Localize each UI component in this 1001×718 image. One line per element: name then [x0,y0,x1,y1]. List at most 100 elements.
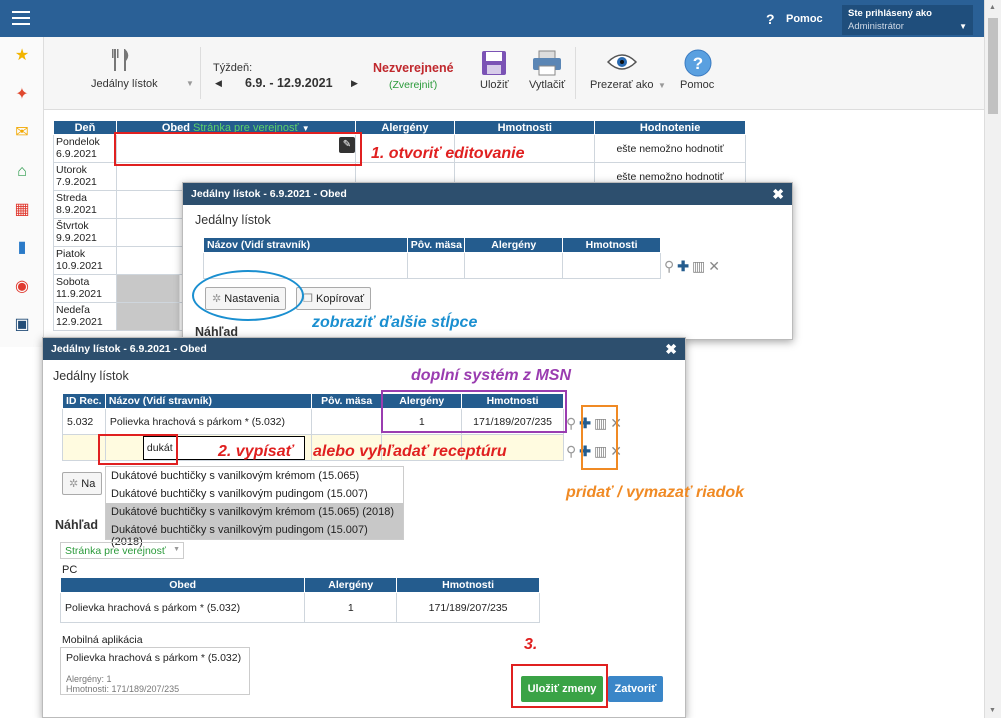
scroll-up-icon[interactable]: ▲ [989,4,996,11]
mobile-weights: Hmotnosti: 171/189/207/235 [66,684,180,694]
mobile-name: Polievka hrachová s párkom * (5.032) [66,652,242,664]
page-scrollbar[interactable]: ▲ ▼ [984,0,1001,718]
cell-name: Polievka hrachová s párkom * (5.032) [104,408,312,435]
page-select-value: Stránka pre verejnosť [65,545,166,557]
list-item[interactable]: Dukátové buchtičky s vanilkovým krémom (… [106,503,403,521]
gear-icon: ✲ [69,478,79,490]
close-button[interactable]: Zatvoriť [608,676,663,702]
annotation-msn: doplní systém z MSN [411,367,572,384]
cutlery-icon [112,49,129,71]
mobile-allergens: Alergény: 1 [66,674,112,684]
publish-link[interactable]: (Zverejniť) [389,79,437,91]
week-label: Týždeň: [213,62,253,74]
highlight-box [581,405,618,470]
highlight-box [381,390,567,433]
scroll-down-icon[interactable]: ▼ [989,707,996,714]
toolbar: Jedálny lístok ▼ Týždeň: ◀ 6.9. - 12.9.2… [44,37,984,110]
col-header-meat: Pôv. mäsa [310,393,383,409]
col-header-allergens: Alergény [464,237,564,253]
view-as-button[interactable]: Prezerať ako [590,79,653,91]
copy-button[interactable]: ❐ Kopírovať [296,287,372,310]
chevron-down-icon[interactable]: ▼ [186,79,194,88]
col-header-meat: Pôv. mäsa [407,237,466,253]
close-icon[interactable]: ✖ [772,186,784,203]
col-header-rating: Hodnotenie [594,120,746,135]
top-bar: ? Pomoc Ste prihlásený ako Administrátor… [0,0,984,37]
list-item[interactable]: Dukátové buchtičky s vanilkovým pudingom… [106,485,403,503]
help-button[interactable]: Pomoc [680,79,714,91]
save-button[interactable]: Uložiť [480,79,509,91]
mail-icon[interactable]: ✉ [13,124,31,142]
dialog-title: Jedálny lístok - 6.9.2021 - Obed [51,343,207,355]
magic-wand-icon[interactable]: ✦ [13,86,31,104]
cell-obed: Polievka hrachová s párkom * (5.032) [59,592,306,623]
calendar-icon[interactable]: ▣ [13,316,31,334]
hamburger-menu-icon[interactable] [12,11,30,26]
search-icon[interactable]: ⚲ [566,415,576,431]
calendar-grid-icon[interactable]: ▦ [13,201,31,219]
col-header-day: Deň [53,120,117,135]
day-name: Sobota [56,276,90,288]
annotation-step1: 1. otvoriť editovanie [371,145,525,162]
settings-button[interactable]: ✲ Na [62,472,103,495]
star-icon[interactable]: ★ [13,47,31,65]
day-cell: Utorok 7.9.2021 [53,162,117,191]
search-icon[interactable]: ⚲ [664,258,674,274]
close-icon[interactable]: ✖ [665,341,677,358]
save-icon[interactable] [481,50,507,76]
day-name: Streda [56,192,87,204]
cell-id: 5.032 [62,408,106,435]
user-role: Administrátor [848,21,904,32]
search-icon[interactable]: ⚲ [566,443,576,459]
cell-allergens: 1 [304,592,398,623]
page-select[interactable]: Stránka pre verejnosť ▼ [60,542,184,559]
day-cell: Pondelok 6.9.2021 [53,134,117,163]
trash-icon[interactable]: ▥ [692,258,705,274]
day-date: 7.9.2021 [56,176,97,188]
add-icon[interactable]: ✚ [677,258,689,274]
mobile-label: Mobilná aplikácia [62,634,143,646]
chevron-down-icon[interactable]: ▼ [658,81,666,90]
next-week-icon[interactable]: ▶ [351,78,358,89]
day-name: Pondelok [56,136,100,148]
list-item[interactable]: Dukátové buchtičky s vanilkovým krémom (… [106,467,403,485]
prev-week-icon[interactable]: ◀ [215,78,222,89]
annotation-step2: 2. vypísať [218,443,294,460]
user-label: Ste prihlásený ako [848,8,932,19]
day-cell: Štvrtok 9.9.2021 [53,218,117,247]
chevron-down-icon: ▼ [959,22,967,31]
help-question-icon[interactable]: ? [766,11,775,27]
col-header-allergens: Alergény [304,577,398,593]
list-item[interactable]: Dukátové buchtičky s vanilkovým pudingom… [106,521,403,548]
day-date: 6.9.2021 [56,148,97,160]
copy-icon: ❐ [303,293,313,305]
scroll-thumb[interactable] [988,18,998,114]
svg-text:?: ? [693,54,703,73]
day-name: Štvrtok [56,220,89,232]
help-circle-icon[interactable]: ? [684,49,712,77]
col-header-allergens: Alergény [354,120,456,135]
chevron-down-icon: ▼ [173,546,180,553]
printer-icon[interactable] [532,50,562,76]
print-button[interactable]: Vytlačiť [529,79,565,91]
section-title: Jedálny lístok [53,369,129,383]
col-header-weights: Hmotnosti [454,120,596,135]
day-date: 10.9.2021 [56,260,103,272]
book-icon[interactable]: ▮ [13,239,31,257]
eye-icon[interactable] [607,52,637,72]
col-header-weights: Hmotnosti [396,577,540,593]
day-cell: Nedeľa 12.9.2021 [53,302,117,331]
pc-preview-table: Obed Alergény Hmotnosti Polievka hrachová … [59,577,540,623]
col-header-name: Názov (Vidí stravník) [104,393,312,409]
user-icon[interactable]: ◉ [13,278,31,296]
row-actions: ⚲ ✚ ▥ ✕ [664,258,723,275]
user-dropdown[interactable]: Ste prihlásený ako Administrátor ▼ [842,5,973,35]
mobile-preview: Polievka hrachová s párkom * (5.032) Ale… [60,647,250,695]
help-link[interactable]: Pomoc [786,13,823,25]
home-icon[interactable]: ⌂ [13,163,31,181]
preview-title: Náhľad [55,518,99,532]
menu-selector[interactable]: Jedálny lístok [91,78,158,90]
tools-icon[interactable]: ✕ [708,258,720,274]
dialog-header: Jedálny lístok - 6.9.2021 - Obed ✖ [183,183,792,205]
day-cell: Piatok 10.9.2021 [53,246,117,275]
